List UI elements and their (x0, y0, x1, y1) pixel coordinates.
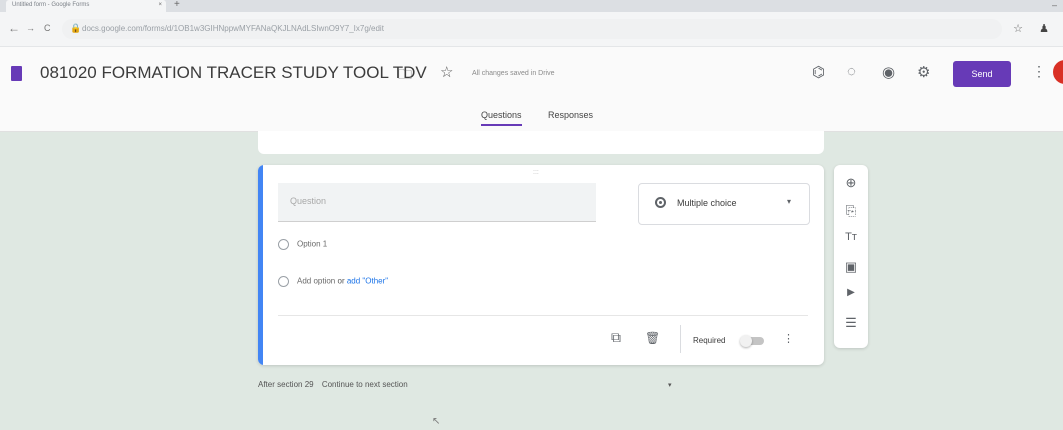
option-radio-icon (278, 276, 289, 287)
floating-toolbar: ⊕ ⎘ Tт ▣ ▶ ☰ (834, 165, 868, 348)
settings-gear-icon[interactable]: ⚙ (917, 63, 930, 81)
question-type-label: Multiple choice (677, 198, 737, 208)
add-section-icon[interactable]: ☰ (843, 315, 859, 331)
star-icon[interactable]: ☆ (440, 63, 453, 81)
add-option-row: Add option or add "Other" (278, 276, 388, 287)
folder-icon[interactable]: 🗀 (398, 64, 412, 88)
send-button[interactable]: Send (953, 61, 1011, 87)
reload-icon[interactable]: C (44, 23, 51, 33)
option-label[interactable]: Option 1 (297, 240, 327, 249)
add-image-icon[interactable]: ▣ (843, 259, 859, 275)
mouse-cursor-icon: ↖ (432, 416, 441, 427)
lock-icon: 🔒 (70, 23, 82, 33)
active-card-accent (258, 165, 263, 365)
browser-tab[interactable]: Untitled form - Google Forms × (6, 0, 166, 12)
section-action-dropdown[interactable]: Continue to next section (322, 380, 408, 389)
form-title[interactable]: 081020 FORMATION TRACER STUDY TOOL TDV (40, 63, 427, 83)
address-bar[interactable]: 🔒 docs.google.com/forms/d/1OB1w3GIHNppwM… (62, 19, 1002, 39)
url-text[interactable]: docs.google.com/forms/d/1OB1w3GIHNppwMYF… (82, 24, 384, 33)
tab-responses[interactable]: Responses (548, 110, 593, 120)
preview-eye-icon[interactable]: ◉ (882, 63, 895, 81)
drag-handle[interactable]: ::: (533, 169, 539, 176)
browser-tab-title: Untitled form - Google Forms (12, 2, 90, 8)
import-questions-icon[interactable]: ⎘ (843, 203, 859, 219)
back-icon[interactable]: ← (8, 21, 20, 35)
more-options-icon[interactable]: ⋮ (1032, 63, 1046, 80)
chevron-down-icon: ▾ (787, 197, 792, 206)
tab-questions[interactable]: Questions (481, 110, 522, 126)
window-minimize-button[interactable]: – (1052, 0, 1057, 10)
divider (680, 325, 681, 353)
browser-toolbar: ← → C 🔒 docs.google.com/forms/d/1OB1w3GI… (0, 12, 1063, 47)
save-status: All changes saved in Drive (472, 70, 555, 77)
required-label: Required (693, 336, 726, 345)
or-text: or (337, 276, 345, 286)
radio-button-icon (655, 197, 666, 208)
add-video-icon[interactable]: ▶ (843, 287, 859, 298)
add-title-icon[interactable]: Tт (843, 231, 859, 243)
previous-question-card (258, 131, 824, 154)
option-row[interactable]: Option 1 (278, 239, 327, 250)
avatar[interactable] (1053, 60, 1063, 84)
chevron-down-icon[interactable]: ▾ (668, 381, 672, 389)
question-input[interactable]: Question (278, 183, 596, 222)
required-toggle[interactable] (740, 335, 764, 347)
after-section-label: After section 29 (258, 380, 314, 389)
question-placeholder: Question (290, 196, 327, 206)
add-question-icon[interactable]: ⊕ (843, 175, 859, 191)
divider (278, 315, 808, 316)
option-radio-icon (278, 239, 289, 250)
tab-close-icon[interactable]: × (158, 0, 162, 11)
delete-icon[interactable]: 🗑 (645, 331, 660, 345)
section-navigation: After section 29 Continue to next sectio… (258, 380, 408, 389)
question-type-dropdown[interactable]: Multiple choice ▾ (638, 183, 810, 225)
forward-icon[interactable]: → (26, 23, 35, 33)
question-more-icon[interactable]: ⋮ (783, 332, 794, 345)
question-card[interactable]: ::: Question Multiple choice ▾ Option 1 … (258, 165, 824, 365)
forms-header: 081020 FORMATION TRACER STUDY TOOL TDV 🗀… (0, 47, 1063, 105)
forms-logo-icon[interactable] (11, 66, 22, 81)
duplicate-icon[interactable]: ⧉ (611, 329, 621, 346)
add-other-link[interactable]: add "Other" (347, 277, 388, 286)
form-tabs: Questions Responses (0, 105, 1063, 132)
add-option-link[interactable]: Add option (297, 277, 335, 286)
addons-icon[interactable]: ⌬ (812, 63, 825, 81)
bookmark-star-icon[interactable]: ☆ (1013, 22, 1023, 35)
palette-icon[interactable]: ◌ (847, 63, 856, 80)
extension-icon[interactable]: ♟ (1039, 22, 1049, 35)
browser-tab-strip: Untitled form - Google Forms × + – (0, 0, 1063, 12)
new-tab-button[interactable]: + (174, 0, 180, 10)
